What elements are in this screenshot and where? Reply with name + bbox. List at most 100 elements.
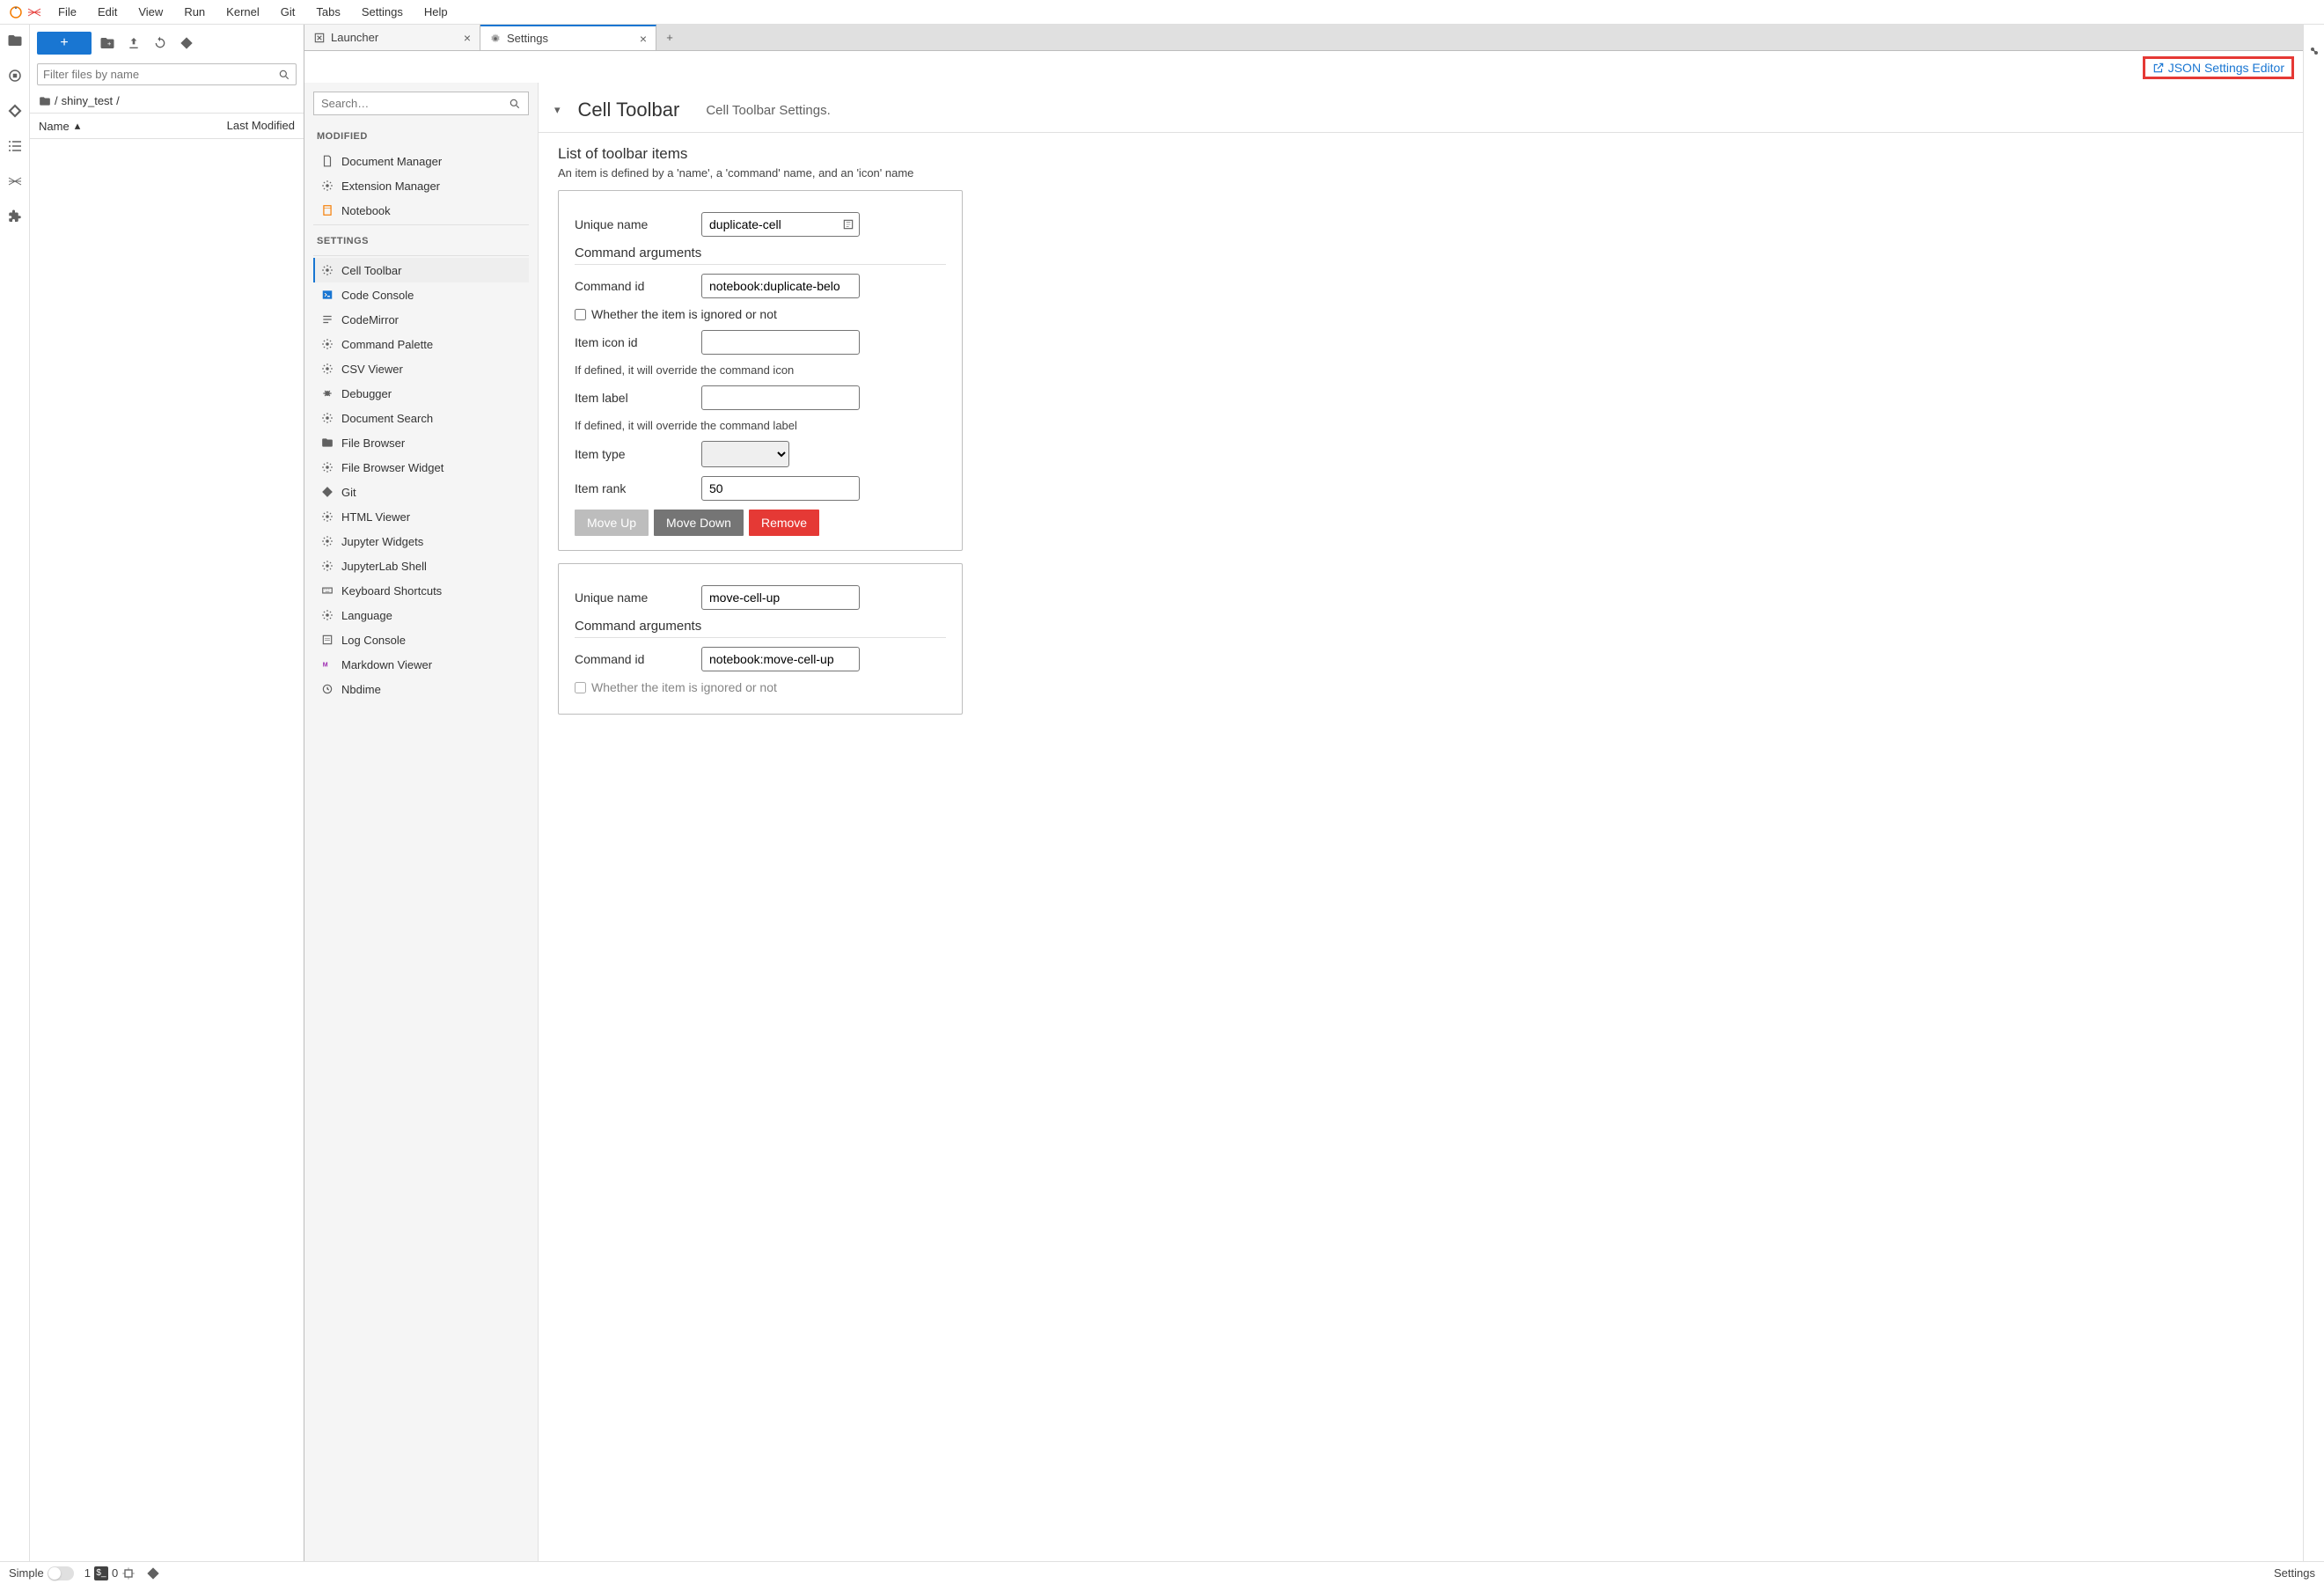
sidebar-item-label: Debugger <box>341 387 392 400</box>
rail-toc-icon[interactable] <box>6 137 24 155</box>
new-folder-icon[interactable]: + <box>97 33 118 54</box>
sidebar-item-label: Notebook <box>341 204 391 217</box>
svg-text:+: + <box>107 40 112 48</box>
add-tab-button[interactable]: + <box>656 25 683 50</box>
rail-git-icon[interactable] <box>6 102 24 120</box>
sidebar-item-label: Log Console <box>341 634 406 647</box>
tab-launcher[interactable]: Launcher × <box>304 25 480 50</box>
close-icon[interactable]: × <box>640 32 647 46</box>
menu-kernel[interactable]: Kernel <box>217 2 268 22</box>
sidebar-item-html-viewer[interactable]: HTML Viewer <box>313 504 529 529</box>
sidebar-item-csv-viewer[interactable]: CSV Viewer <box>313 356 529 381</box>
git-action-icon[interactable] <box>176 33 197 54</box>
item-type-label: Item type <box>575 447 689 461</box>
field-info-icon[interactable] <box>842 218 854 231</box>
tab-settings[interactable]: Settings × <box>480 25 656 50</box>
gear-icon <box>320 460 334 474</box>
breadcrumb[interactable]: / shiny_test / <box>30 89 304 113</box>
search-icon <box>509 98 521 110</box>
sidebar-item-debugger[interactable]: Debugger <box>313 381 529 406</box>
move-down-button[interactable]: Move Down <box>654 510 744 536</box>
sidebar-item-language[interactable]: Language <box>313 603 529 627</box>
menu-run[interactable]: Run <box>175 2 214 22</box>
right-rail <box>2303 25 2324 1561</box>
sidebar-item-file-browser-widget[interactable]: File Browser Widget <box>313 455 529 480</box>
move-up-button[interactable]: Move Up <box>575 510 649 536</box>
icon-id-input[interactable] <box>701 330 860 355</box>
sidebar-item-command-palette[interactable]: Command Palette <box>313 332 529 356</box>
command-id-input[interactable] <box>701 274 860 298</box>
unique-name-input[interactable] <box>701 212 860 237</box>
sidebar-item-document-manager[interactable]: Document Manager <box>313 149 529 173</box>
sidebar-item-code-console[interactable]: Code Console <box>313 282 529 307</box>
file-filter-input[interactable] <box>37 63 297 85</box>
ignored-checkbox[interactable] <box>575 682 586 693</box>
rail-running-icon[interactable] <box>6 67 24 84</box>
icon-id-label: Item icon id <box>575 335 689 349</box>
settings-search-field[interactable] <box>321 97 509 110</box>
col-modified-label[interactable]: Last Modified <box>189 114 304 138</box>
external-link-icon <box>2152 62 2165 74</box>
unique-name-label: Unique name <box>575 217 689 231</box>
menu-settings[interactable]: Settings <box>353 2 412 22</box>
property-inspector-icon[interactable] <box>2307 44 2321 58</box>
list-title: List of toolbar items <box>558 145 2284 163</box>
collapse-caret-icon[interactable]: ▾ <box>554 103 561 117</box>
sidebar-item-log-console[interactable]: Log Console <box>313 627 529 652</box>
ignored-checkbox[interactable] <box>575 309 586 320</box>
section-modified-title: MODIFIED <box>313 122 529 149</box>
command-id-input[interactable] <box>701 647 860 671</box>
terminal-icon[interactable]: $_ <box>94 1566 108 1580</box>
file-filter-field[interactable] <box>43 68 278 81</box>
settings-search-input[interactable] <box>313 92 529 115</box>
command-id-label: Command id <box>575 279 689 293</box>
json-settings-editor-button[interactable]: JSON Settings Editor <box>2143 56 2294 79</box>
terminal-count: 1 <box>84 1566 91 1580</box>
unique-name-input[interactable] <box>701 585 860 610</box>
breadcrumb-root[interactable]: / <box>55 94 58 107</box>
remove-button[interactable]: Remove <box>749 510 819 536</box>
item-type-select[interactable] <box>701 441 789 467</box>
close-icon[interactable]: × <box>464 31 471 45</box>
new-launcher-button[interactable]: + <box>37 32 92 55</box>
icon-hint: If defined, it will override the command… <box>575 363 946 377</box>
gear-icon <box>320 179 334 193</box>
item-label-input[interactable] <box>701 385 860 410</box>
sidebar-item-nbdime[interactable]: Nbdime <box>313 677 529 701</box>
chip-icon[interactable] <box>121 1566 136 1580</box>
sidebar-item-git[interactable]: Git <box>313 480 529 504</box>
menu-git[interactable]: Git <box>272 2 304 22</box>
breadcrumb-seg1[interactable]: shiny_test <box>62 94 114 107</box>
sidebar-item-document-search[interactable]: Document Search <box>313 406 529 430</box>
sidebar-item-codemirror[interactable]: CodeMirror <box>313 307 529 332</box>
sidebar-item-keyboard-shortcuts[interactable]: Keyboard Shortcuts <box>313 578 529 603</box>
sidebar-item-jupyter-widgets[interactable]: Jupyter Widgets <box>313 529 529 554</box>
sidebar-item-notebook[interactable]: Notebook <box>313 198 529 223</box>
menu-tabs[interactable]: Tabs <box>307 2 348 22</box>
refresh-icon[interactable] <box>150 33 171 54</box>
sidebar-item-extension-manager[interactable]: Extension Manager <box>313 173 529 198</box>
item-rank-input[interactable] <box>701 476 860 501</box>
upload-icon[interactable] <box>123 33 144 54</box>
git-status-icon[interactable] <box>146 1566 160 1580</box>
rail-file-browser-icon[interactable] <box>6 32 24 49</box>
col-name-label[interactable]: Name <box>39 120 70 133</box>
settings-sidebar: MODIFIED Document ManagerExtension Manag… <box>304 83 539 1561</box>
file-icon <box>320 154 334 168</box>
sidebar-item-label: CSV Viewer <box>341 363 403 376</box>
menu-help[interactable]: Help <box>415 2 457 22</box>
menu-file[interactable]: File <box>49 2 85 22</box>
file-browser-panel: + + / shiny_test / Name ▴ <box>30 25 304 1561</box>
sidebar-item-label: Git <box>341 486 356 499</box>
rail-extensions-icon[interactable] <box>6 208 24 225</box>
sidebar-item-cell-toolbar[interactable]: Cell Toolbar <box>313 258 529 282</box>
simple-mode-toggle[interactable] <box>48 1566 74 1580</box>
menu-view[interactable]: View <box>129 2 172 22</box>
sort-asc-icon[interactable]: ▴ <box>75 119 81 133</box>
sidebar-item-jupyterlab-shell[interactable]: JupyterLab Shell <box>313 554 529 578</box>
sidebar-item-file-browser-s[interactable]: File Browser <box>313 430 529 455</box>
sidebar-item-markdown-viewer[interactable]: MMarkdown Viewer <box>313 652 529 677</box>
rail-datalore-icon[interactable] <box>6 172 24 190</box>
menu-edit[interactable]: Edit <box>89 2 126 22</box>
folder-icon <box>320 436 334 450</box>
